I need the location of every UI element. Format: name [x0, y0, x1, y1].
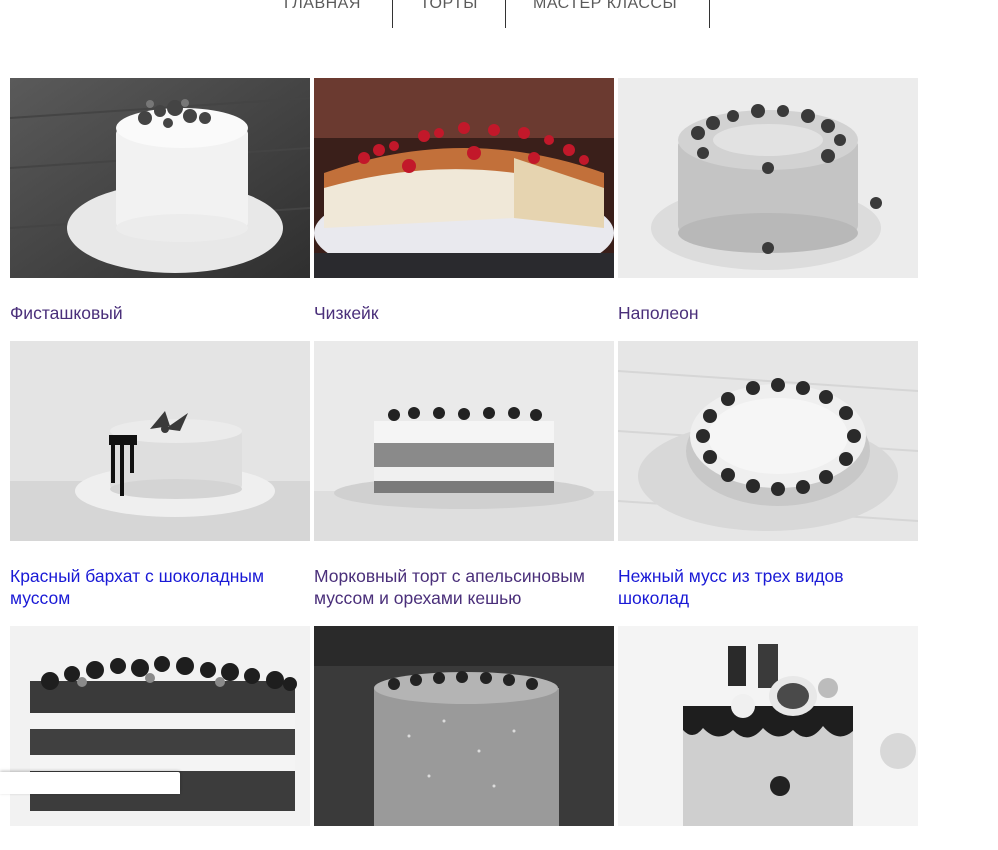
nav-cakes-link[interactable]: ТОРТЫ: [420, 0, 478, 28]
nav-divider: [505, 0, 506, 28]
product-title-link[interactable]: Фисташковый: [10, 302, 310, 324]
napoleon-cake-image: [618, 78, 918, 278]
drip-candy-cake-image: [618, 626, 918, 826]
product-card: [10, 626, 310, 850]
red-velvet-cake-image: [10, 341, 310, 541]
carrot-cake-image: [314, 341, 614, 541]
main-nav: ГЛАВНАЯ ТОРТЫ МАСТЕР КЛАССЫ: [0, 0, 998, 28]
product-card: Красный бархат с шоколадным муссом: [10, 341, 310, 609]
cheesecake-image: [314, 78, 614, 278]
nav-divider: [709, 0, 710, 28]
product-title-link[interactable]: Нежный мусс из трех видов шоколад: [618, 565, 918, 609]
product-card: [314, 626, 614, 850]
product-image-link[interactable]: [618, 341, 918, 541]
sprinkle-cake-image: [314, 626, 614, 826]
product-card: [618, 626, 918, 850]
product-title-link[interactable]: Морковный торт с апельсиновым муссом и о…: [314, 565, 614, 609]
product-card: Наполеон: [618, 78, 918, 324]
naked-berry-cake-image: [10, 626, 310, 826]
floating-panel: [0, 772, 180, 794]
product-image-link[interactable]: [314, 341, 614, 541]
product-title-link[interactable]: Чизкейк: [314, 302, 614, 324]
product-image-link[interactable]: [618, 626, 918, 826]
nav-master-classes-link[interactable]: МАСТЕР КЛАССЫ: [533, 0, 677, 28]
product-card: Морковный торт с апельсиновым муссом и о…: [314, 341, 614, 609]
product-image-link[interactable]: [314, 626, 614, 826]
product-image-link[interactable]: [10, 78, 310, 278]
nav-divider: [392, 0, 393, 28]
product-title-link[interactable]: Наполеон: [618, 302, 918, 324]
product-card: Чизкейк: [314, 78, 614, 324]
nav-home-link[interactable]: ГЛАВНАЯ: [284, 0, 361, 28]
product-image-link[interactable]: [10, 341, 310, 541]
product-image-link[interactable]: [10, 626, 310, 826]
pistachio-cake-image: [10, 78, 310, 278]
chocolate-mousse-cake-image: [618, 341, 918, 541]
product-image-link[interactable]: [314, 78, 614, 278]
product-image-link[interactable]: [618, 78, 918, 278]
product-title-link[interactable]: Красный бархат с шоколадным муссом: [10, 565, 310, 609]
product-card: Нежный мусс из трех видов шоколад: [618, 341, 918, 609]
product-card: Фисташковый: [10, 78, 310, 324]
